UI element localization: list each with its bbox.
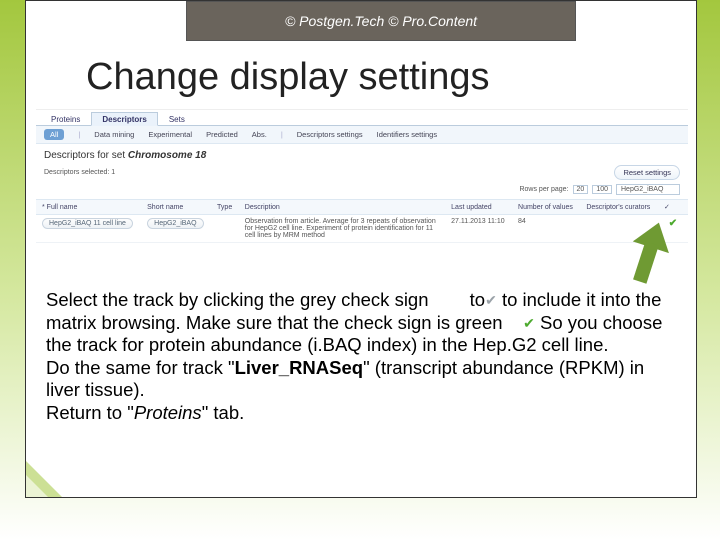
subtab-experimental[interactable]: Experimental	[148, 130, 192, 139]
col-lastupdated[interactable]: Last updated	[445, 200, 512, 215]
cell-fullname: HepG2_iBAQ 11 cell line	[36, 215, 141, 243]
rows-per-page: Rows per page: 20 100 HepG2_iBAQ	[519, 184, 680, 195]
page-title: Change display settings	[86, 56, 489, 99]
col-shortname[interactable]: Short name	[141, 200, 211, 215]
filter-subtabs: All | Data mining Experimental Predicted…	[36, 126, 688, 144]
cell-type	[211, 215, 239, 243]
col-nvalues[interactable]: Number of values	[512, 200, 580, 215]
subtab-abs[interactable]: Abs.	[252, 130, 267, 139]
col-fullname[interactable]: * Full name	[36, 200, 141, 215]
rows-search-row: Rows per page: 20 100 HepG2_iBAQ	[36, 184, 688, 199]
instr-p2b: Liver_RNASeq	[235, 357, 364, 378]
rows-opt-100[interactable]: 100	[592, 185, 612, 194]
divider: |	[281, 130, 283, 139]
corner-decoration-inner	[26, 475, 48, 497]
cell-nvalues: 84	[512, 215, 580, 243]
table-row: HepG2_iBAQ 11 cell line HepG2_iBAQ Obser…	[36, 215, 688, 243]
green-check-icon: ✔	[523, 315, 535, 331]
tab-descriptors[interactable]: Descriptors	[91, 112, 157, 126]
reset-settings-button[interactable]: Reset settings	[614, 165, 680, 180]
subtab-identifiers-settings[interactable]: Identifiers settings	[377, 130, 437, 139]
slide-frame: © Postgen.Tech © Pro.Content Change disp…	[25, 0, 697, 498]
fullname-pill[interactable]: HepG2_iBAQ 11 cell line	[42, 218, 133, 229]
col-type[interactable]: Type	[211, 200, 239, 215]
subtab-datamining[interactable]: Data mining	[94, 130, 134, 139]
cell-description: Observation from article. Average for 3 …	[239, 215, 445, 243]
descriptors-heading: Descriptors for set Chromosome 18	[36, 144, 688, 165]
subtab-descriptors-settings[interactable]: Descriptors settings	[297, 130, 363, 139]
instr-p3a: Return to "	[46, 402, 134, 423]
header-bar: © Postgen.Tech © Pro.Content	[186, 1, 576, 41]
subtab-predicted[interactable]: Predicted	[206, 130, 238, 139]
instr-p3b: Proteins	[134, 402, 202, 423]
toolbar-row: Descriptors selected: 1 Reset settings	[36, 165, 688, 184]
tab-sets[interactable]: Sets	[158, 112, 196, 125]
tab-proteins[interactable]: Proteins	[40, 112, 91, 125]
selected-count: Descriptors selected: 1	[44, 169, 115, 176]
instr-p3c: " tab.	[202, 402, 245, 423]
shortname-pill[interactable]: HepG2_iBAQ	[147, 218, 203, 229]
col-curators[interactable]: Descriptor's curators	[580, 200, 658, 215]
grey-check-icon: ✔	[485, 292, 497, 308]
main-tabs: Proteins Descriptors Sets	[36, 110, 688, 126]
divider: |	[78, 130, 80, 139]
search-input[interactable]: HepG2_iBAQ	[616, 184, 680, 195]
subtab-all[interactable]: All	[44, 129, 64, 140]
descriptors-heading-set: Chromosome 18	[128, 150, 206, 161]
col-description[interactable]: Description	[239, 200, 445, 215]
instr-p2a: Do the same for track "	[46, 357, 235, 378]
app-screenshot: Proteins Descriptors Sets All | Data min…	[36, 109, 688, 250]
descriptors-table: * Full name Short name Type Description …	[36, 199, 688, 243]
cell-shortname: HepG2_iBAQ	[141, 215, 211, 243]
descriptors-heading-prefix: Descriptors for set	[44, 150, 128, 161]
copyright-text: © Postgen.Tech © Pro.Content	[285, 13, 477, 29]
cell-updated: 27.11.2013 11:10	[445, 215, 512, 243]
table-header-row: * Full name Short name Type Description …	[36, 200, 688, 215]
rows-label: Rows per page:	[519, 186, 568, 193]
instruction-text: Select the track by clicking the grey ch…	[46, 289, 666, 424]
rows-opt-20[interactable]: 20	[573, 185, 589, 194]
instr-p1a: Select the track by clicking the grey ch…	[46, 289, 434, 310]
col-check[interactable]: ✓	[658, 200, 688, 215]
